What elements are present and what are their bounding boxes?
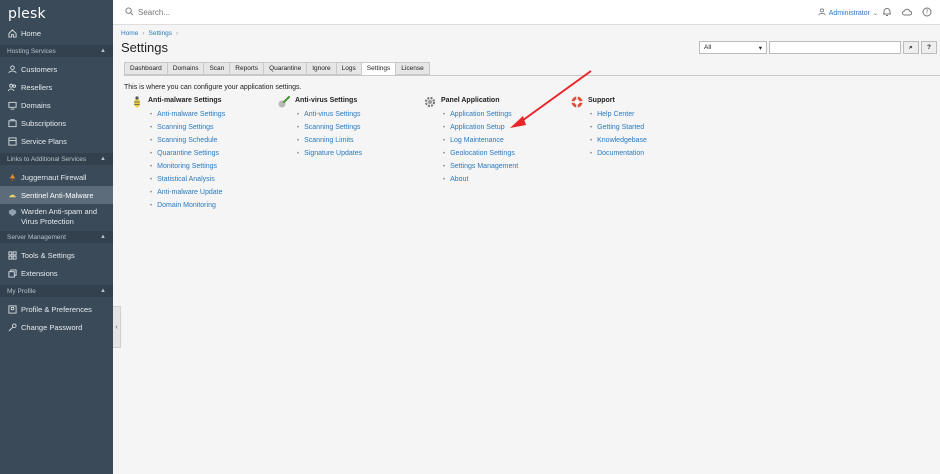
breadcrumb: Home › Settings ›	[121, 30, 179, 37]
user-menu[interactable]: Administrator ⌄	[818, 8, 878, 18]
service-plans-icon	[7, 136, 17, 146]
list-item[interactable]: • Anti-malware Settings	[150, 108, 225, 121]
subscriptions-icon	[7, 118, 17, 128]
search-icon: ⌕	[909, 43, 913, 51]
page-title: Settings	[121, 40, 168, 55]
group-anti-malware: Anti-malware Settings • Anti-malware Sett…	[130, 95, 225, 212]
tab-license[interactable]: License	[395, 62, 430, 75]
chevron-down-icon: ⌄	[872, 10, 878, 17]
user-icon	[818, 8, 826, 18]
anti-malware-icon	[130, 95, 144, 109]
list-item[interactable]: • Monitoring Settings	[150, 160, 225, 173]
list-item[interactable]: • Documentation	[590, 147, 647, 160]
section-server-management[interactable]: Server Management ▲	[0, 231, 113, 243]
anti-virus-icon	[277, 95, 291, 109]
sidebar-item-warden[interactable]: Warden Anti-spam and Virus Protection	[0, 204, 113, 228]
group-title: Anti-virus Settings	[295, 97, 358, 104]
tools-icon	[7, 250, 17, 260]
list-item[interactable]: • Domain Monitoring	[150, 199, 225, 212]
list-item[interactable]: • About	[443, 173, 518, 186]
sidebar-item-profile-preferences[interactable]: Profile & Preferences	[0, 300, 113, 318]
search-input[interactable]	[138, 7, 338, 17]
tab-scan[interactable]: Scan	[203, 62, 230, 75]
search-icon	[125, 6, 134, 18]
list-item[interactable]: • Quarantine Settings	[150, 147, 225, 160]
search-button[interactable]: ⌕	[903, 41, 919, 54]
users-icon	[7, 82, 17, 92]
sidebar-item-resellers[interactable]: Resellers	[0, 78, 113, 96]
tab-dashboard[interactable]: Dashboard	[124, 62, 167, 75]
warden-icon	[7, 207, 17, 217]
profile-icon	[7, 304, 17, 314]
monitor-icon	[7, 100, 17, 110]
svg-text:?: ?	[925, 9, 928, 16]
help-icon[interactable]: ?	[922, 7, 932, 17]
list-item[interactable]: • Scanning Settings	[297, 121, 362, 134]
sidebar-item-change-password[interactable]: Change Password	[0, 318, 113, 336]
section-additional-services[interactable]: Links to Additional Services ▲	[0, 153, 113, 165]
breadcrumb-settings[interactable]: Settings	[149, 30, 173, 37]
section-hosting-services[interactable]: Hosting Services ▲	[0, 45, 113, 57]
help-button[interactable]: ?	[921, 41, 937, 54]
key-icon	[7, 322, 17, 332]
tab-domains[interactable]: Domains	[166, 62, 204, 75]
tab-settings[interactable]: Settings	[360, 62, 396, 75]
group-title: Anti-malware Settings	[148, 97, 222, 104]
annotation-arrow	[510, 70, 592, 128]
filter-search-input[interactable]	[769, 41, 901, 54]
extensions-icon	[7, 268, 17, 278]
chevron-up-icon: ▲	[100, 48, 106, 54]
firewall-icon	[7, 172, 17, 182]
topbar: Administrator ⌄ ?	[113, 0, 940, 25]
plesk-logo[interactable]: plesk	[0, 0, 113, 24]
bell-icon[interactable]	[882, 7, 892, 17]
list-item[interactable]: • Scanning Limits	[297, 134, 362, 147]
sidebar-item-domains[interactable]: Domains	[0, 96, 113, 114]
sidebar-collapse-handle[interactable]: ‹	[113, 306, 121, 348]
group-panel-application: Panel Application • Application Settings …	[423, 95, 518, 186]
chevron-up-icon: ▲	[100, 156, 106, 162]
list-item[interactable]: • Signature Updates	[297, 147, 362, 160]
sidebar-item-label: Home	[21, 28, 42, 38]
tab-bar: Dashboard Domains Scan Reports Quarantin…	[124, 62, 430, 75]
cloud-icon[interactable]	[902, 7, 912, 17]
chevron-up-icon: ▲	[100, 234, 106, 240]
chevron-up-icon: ▲	[100, 288, 106, 294]
section-my-profile[interactable]: My Profile ▲	[0, 285, 113, 297]
group-anti-virus: Anti-virus Settings • Anti-virus Settings…	[277, 95, 362, 160]
sentinel-icon	[7, 190, 17, 200]
list-item[interactable]: • Scanning Schedule	[150, 134, 225, 147]
sidebar-item-extensions[interactable]: Extensions	[0, 264, 113, 282]
filter-bar: All ▾ ⌕ ?	[699, 41, 937, 54]
list-item[interactable]: • Geolocation Settings	[443, 147, 518, 160]
sidebar-item-customers[interactable]: Customers	[0, 60, 113, 78]
sidebar: plesk Home Hosting Services ▲ Customers R…	[0, 0, 113, 474]
gear-icon	[423, 95, 437, 109]
home-icon	[7, 28, 17, 38]
chevron-down-icon: ▾	[758, 44, 762, 52]
sidebar-item-tools-settings[interactable]: Tools & Settings	[0, 246, 113, 264]
intro-text: This is where you can configure your app…	[124, 84, 302, 91]
chevron-left-icon: ‹	[115, 323, 118, 331]
filter-select[interactable]: All ▾	[699, 41, 767, 54]
tab-logs[interactable]: Logs	[335, 62, 361, 75]
breadcrumb-home[interactable]: Home	[121, 30, 138, 37]
sidebar-item-sentinel-anti-malware[interactable]: Sentinel Anti-Malware	[0, 186, 113, 204]
user-icon	[7, 64, 17, 74]
list-item[interactable]: • Anti-malware Update	[150, 186, 225, 199]
tab-reports[interactable]: Reports	[229, 62, 264, 75]
list-item[interactable]: • Scanning Settings	[150, 121, 225, 134]
list-item[interactable]: • Settings Management	[443, 160, 518, 173]
group-title: Panel Application	[441, 97, 500, 104]
sidebar-item-home[interactable]: Home	[0, 24, 113, 42]
sidebar-item-juggernaut-firewall[interactable]: Juggernaut Firewall	[0, 168, 113, 186]
list-item[interactable]: • Anti-virus Settings	[297, 108, 362, 121]
sidebar-item-service-plans[interactable]: Service Plans	[0, 132, 113, 150]
list-item[interactable]: • Statistical Analysis	[150, 173, 225, 186]
tab-ignore[interactable]: Ignore	[306, 62, 336, 75]
tab-quarantine[interactable]: Quarantine	[263, 62, 307, 75]
sidebar-item-subscriptions[interactable]: Subscriptions	[0, 114, 113, 132]
